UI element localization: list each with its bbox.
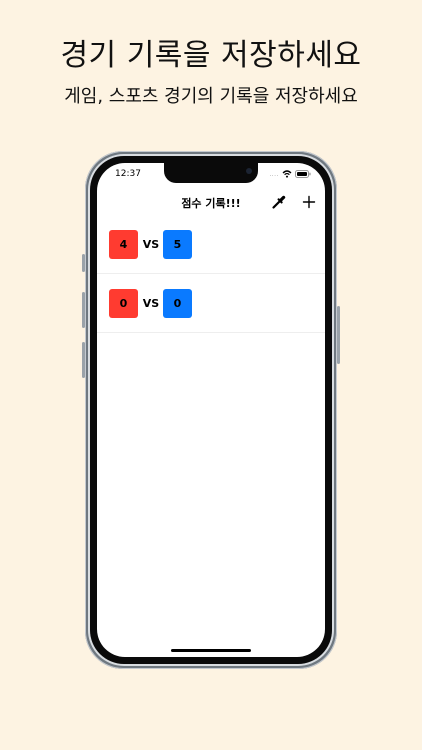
status-icons: ....: [269, 169, 311, 179]
home-score: 4: [109, 230, 138, 259]
record-row[interactable]: 0 VS 0: [97, 274, 325, 333]
away-score: 0: [163, 289, 192, 318]
record-row[interactable]: 4 VS 5: [97, 215, 325, 274]
phone-screen: 12:37 .... 점수 기록!!! 4 VS 5 0 VS 0: [97, 163, 325, 657]
away-score: 5: [163, 230, 192, 259]
add-record-button[interactable]: [300, 193, 318, 211]
notch: [164, 163, 258, 183]
front-camera: [246, 168, 252, 174]
promo-headline: 경기 기록을 저장하세요: [60, 38, 362, 73]
battery-icon: [295, 170, 311, 178]
cellular-signal-icon: ....: [269, 170, 279, 178]
eyedropper-icon: [272, 195, 286, 209]
color-picker-button[interactable]: [270, 193, 288, 211]
plus-icon: [302, 195, 316, 209]
vs-label: VS: [142, 238, 160, 251]
wifi-icon: [282, 170, 292, 178]
nav-title: 점수 기록!!!: [181, 197, 241, 210]
promo-subheadline: 게임, 스포츠 경기의 기록을 저장하세요: [64, 86, 358, 107]
status-time: 12:37: [115, 169, 141, 179]
home-score: 0: [109, 289, 138, 318]
power-button: [337, 306, 340, 364]
vs-label: VS: [142, 297, 160, 310]
home-indicator[interactable]: [171, 649, 251, 652]
